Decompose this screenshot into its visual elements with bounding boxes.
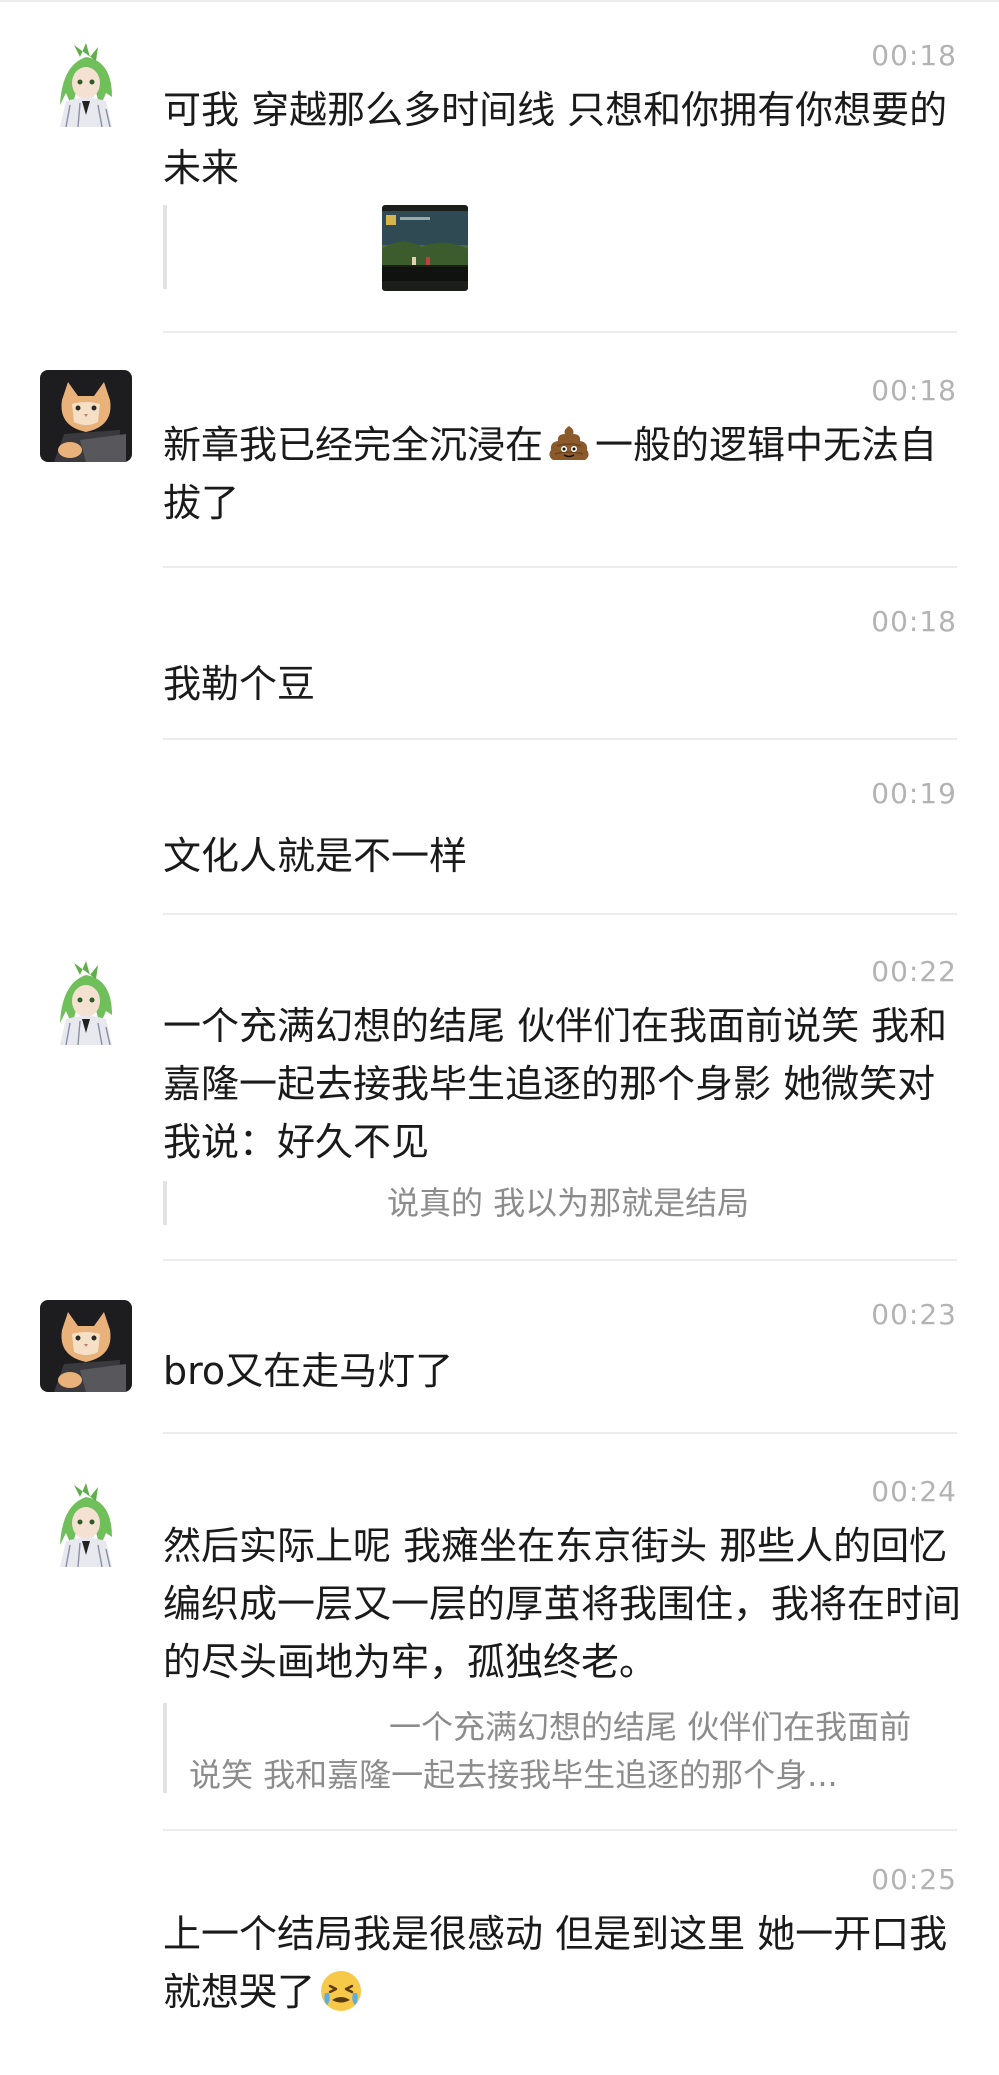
quote-text: 说真的 我以为那就是结局 — [387, 1184, 750, 1222]
message-text: 可我 穿越那么多时间线 只想和你拥有你想要的未来 — [163, 88, 948, 190]
message-divider — [163, 913, 957, 915]
timestamp: 00:18 — [871, 605, 957, 638]
message-text: 我勒个豆 — [163, 662, 316, 706]
game-screenshot-icon — [382, 205, 468, 291]
timestamp: 00:18 — [871, 374, 957, 407]
message-text-part: 上一个结局我是很感动 但是到这里 她一开口我就想哭了 — [163, 1912, 948, 2014]
image-quote — [163, 205, 567, 291]
cat-avatar[interactable] — [40, 370, 132, 462]
message-divider — [163, 331, 957, 333]
quoted-reply[interactable]: 一个充满幻想的结尾 伙伴们在我面前说笑 我和嘉隆一起去接我毕生追逐的那个身... — [163, 1703, 961, 1794]
poop-emoji-icon — [547, 422, 591, 466]
quoted-reply[interactable]: 说真的 我以为那就是结局 — [163, 1181, 961, 1225]
cat-laptop-icon — [40, 1300, 132, 1392]
timestamp: 00:18 — [871, 39, 957, 72]
message-text-part: 新章我已经完全沉浸在 — [163, 423, 544, 467]
message-text: bro又在走马灯了 — [163, 1349, 454, 1393]
timestamp: 00:25 — [871, 1863, 957, 1896]
timestamp: 00:19 — [871, 777, 957, 810]
message-divider — [163, 566, 957, 568]
top-divider — [0, 0, 999, 2]
timestamp: 00:24 — [871, 1475, 957, 1508]
anime-avatar[interactable] — [40, 35, 132, 127]
message-divider — [163, 738, 957, 740]
anime-character-icon — [40, 35, 132, 127]
anime-character-icon — [40, 1475, 132, 1567]
message-text: 然后实际上呢 我瘫坐在东京街头 那些人的回忆编织成一层又一层的厚茧将我围住，我将… — [163, 1524, 962, 1684]
message-text: 文化人就是不一样 — [163, 834, 468, 878]
crying-face-emoji-icon — [319, 1969, 363, 2013]
cat-laptop-icon — [40, 370, 132, 462]
message-divider — [163, 1259, 957, 1261]
anime-character-icon — [40, 953, 132, 1045]
timestamp: 00:23 — [871, 1298, 957, 1331]
anime-avatar[interactable] — [40, 1475, 132, 1567]
cat-avatar[interactable] — [40, 1300, 132, 1392]
anime-avatar[interactable] — [40, 953, 132, 1045]
message-text: 一个充满幻想的结尾 伙伴们在我面前说笑 我和嘉隆一起去接我毕生追逐的那个身影 她… — [163, 1004, 948, 1164]
timestamp: 00:22 — [871, 955, 957, 988]
image-thumbnail[interactable] — [382, 205, 468, 291]
message-divider — [163, 1829, 957, 1831]
quote-text: 一个充满幻想的结尾 伙伴们在我面前说笑 我和嘉隆一起去接我毕生追逐的那个身... — [189, 1708, 912, 1794]
message-text: 上一个结局我是很感动 但是到这里 她一开口我就想哭了 — [163, 1905, 963, 2021]
message-text: 新章我已经完全沉浸在 一般的逻辑中无法自拔了 — [163, 416, 963, 532]
message-divider — [163, 1432, 957, 1434]
